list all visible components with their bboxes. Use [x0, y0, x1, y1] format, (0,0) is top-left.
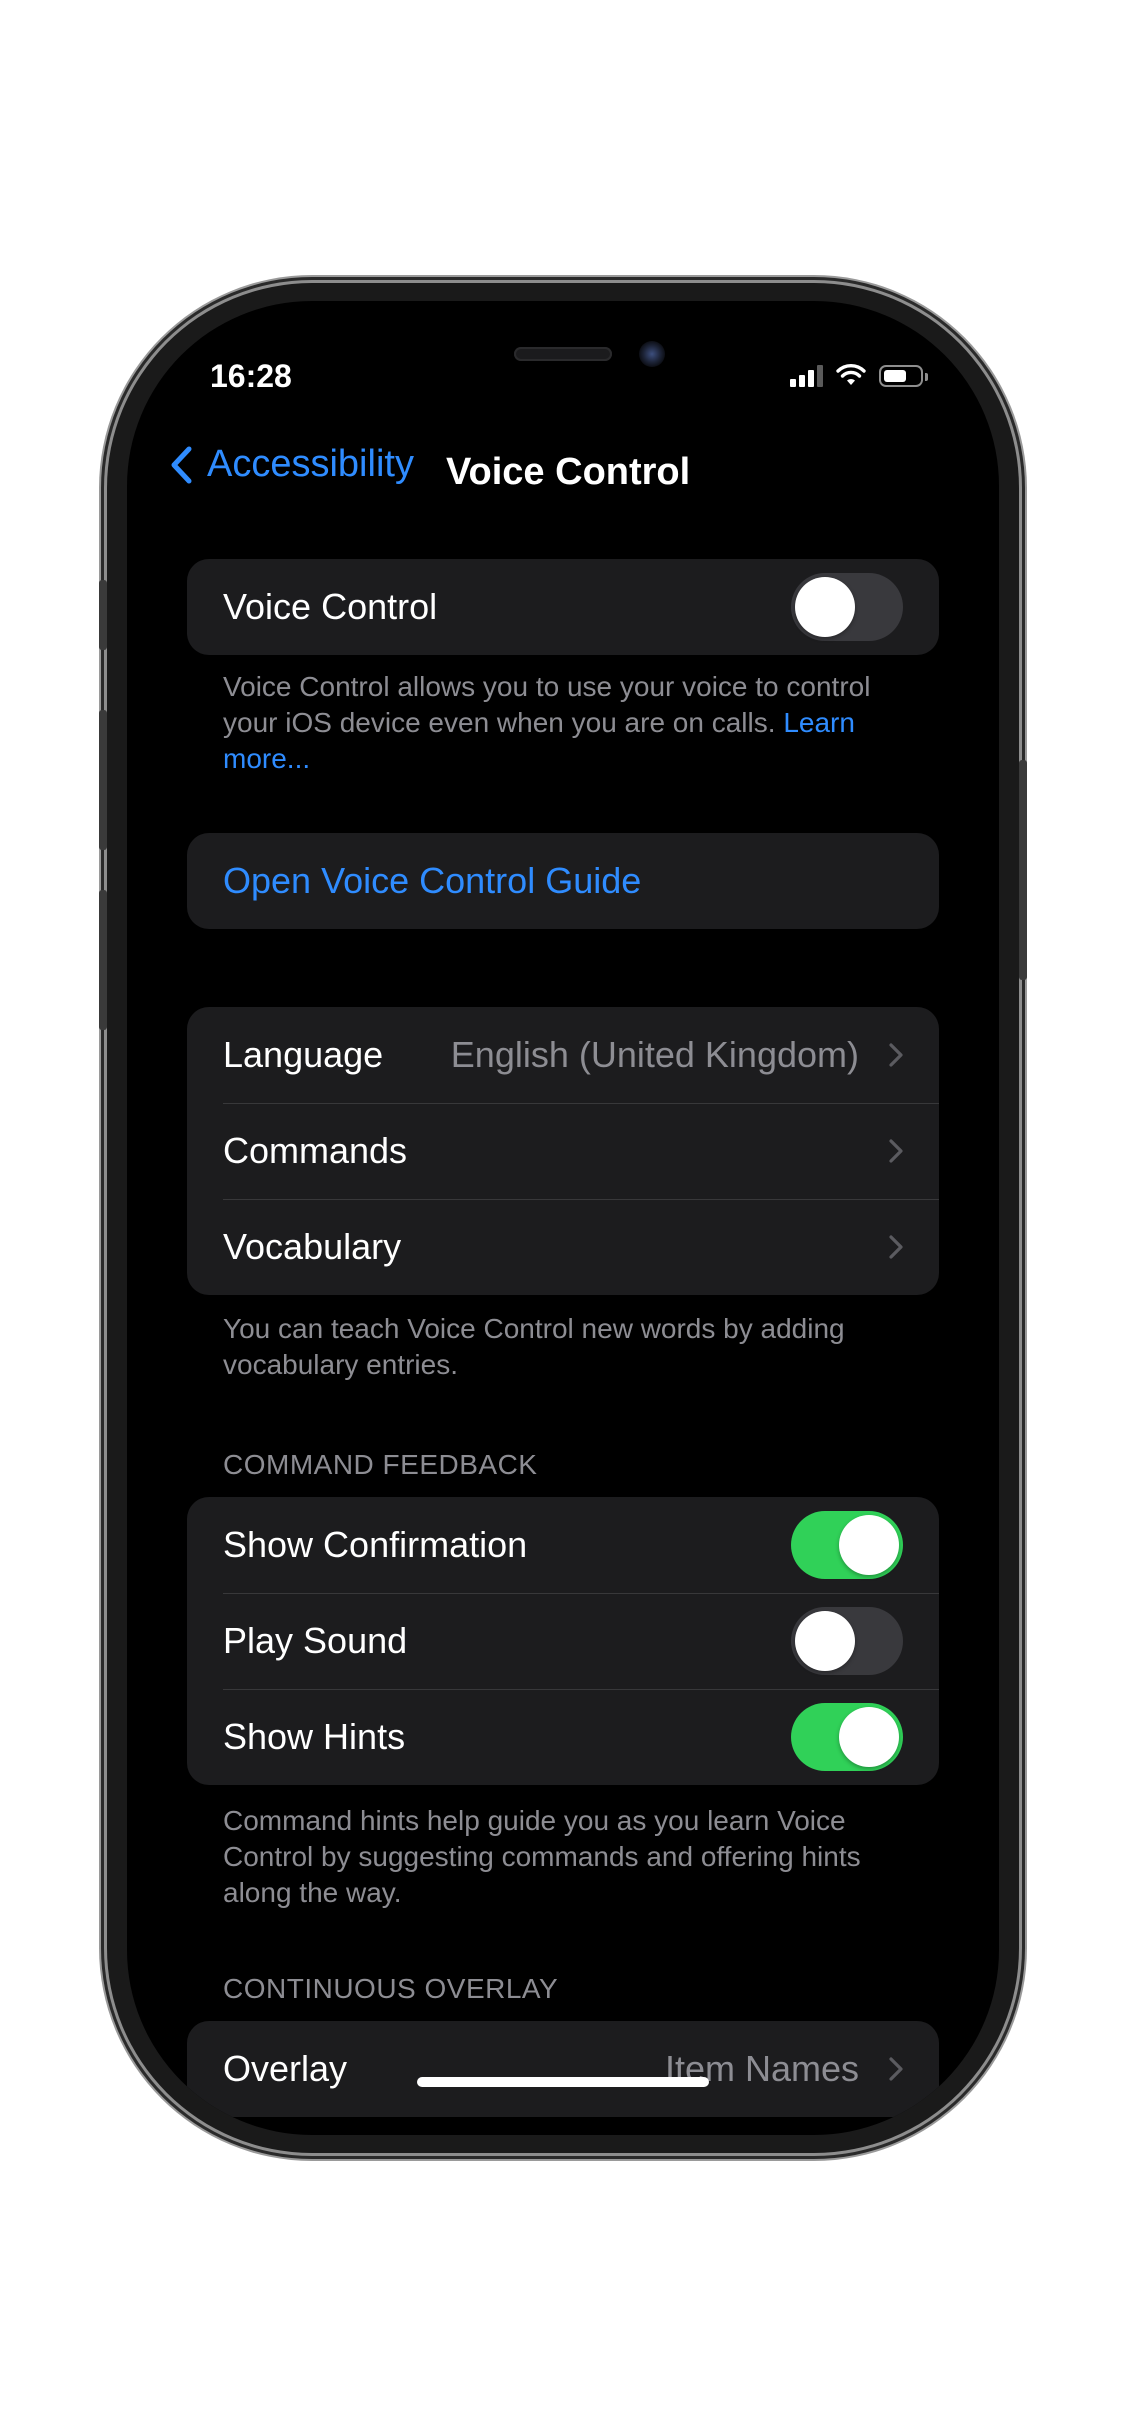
home-indicator[interactable] [417, 2077, 709, 2087]
commands-row[interactable]: Commands [187, 1103, 939, 1199]
vocabulary-footer: You can teach Voice Control new words by… [223, 1313, 845, 1380]
command-feedback-header: COMMAND FEEDBACK [223, 1449, 538, 1480]
voice-control-footer: Voice Control allows you to use your voi… [223, 669, 903, 777]
overlay-label: Overlay [223, 2048, 348, 2089]
play-sound-label: Play Sound [223, 1620, 408, 1661]
chevron-right-icon [889, 2057, 903, 2081]
chevron-right-icon [889, 1235, 903, 1259]
back-label: Accessibility [207, 443, 414, 485]
language-label: Language [223, 1034, 384, 1075]
toggle-knob [839, 1515, 899, 1575]
volume-down-button [99, 890, 107, 1030]
toggle-knob [795, 1611, 855, 1671]
show-hints-row: Show Hints [187, 1689, 939, 1785]
voice-control-group: Voice Control [187, 559, 939, 655]
play-sound-toggle[interactable] [791, 1607, 903, 1675]
back-button[interactable]: Accessibility [169, 443, 414, 486]
toggle-knob [795, 577, 855, 637]
chevron-right-icon [889, 1139, 903, 1163]
screen: 16:28 Accessibility Voice Control Voice … [127, 301, 999, 2135]
vocabulary-label: Vocabulary [223, 1226, 402, 1267]
show-hints-label: Show Hints [223, 1716, 406, 1757]
show-confirmation-label: Show Confirmation [223, 1524, 528, 1565]
front-camera [639, 341, 665, 367]
chevron-right-icon [889, 1043, 903, 1067]
battery-icon [879, 365, 928, 387]
toggle-knob [839, 1707, 899, 1767]
language-row[interactable]: Language English (United Kingdom) [187, 1007, 939, 1103]
show-confirmation-toggle[interactable] [791, 1511, 903, 1579]
cellular-signal-icon [790, 365, 823, 387]
side-button [1019, 760, 1027, 980]
wifi-icon [836, 364, 866, 385]
continuous-overlay-header: CONTINUOUS OVERLAY [223, 1973, 559, 2004]
status-time: 16:28 [210, 358, 292, 394]
chevron-left-icon [171, 446, 192, 483]
command-feedback-group: Show Confirmation Play Sound Show Hints [187, 1497, 939, 1785]
guide-group: Open Voice Control Guide [187, 833, 939, 929]
show-confirmation-row: Show Confirmation [187, 1497, 939, 1593]
open-guide-row[interactable]: Open Voice Control Guide [187, 833, 939, 929]
voice-control-footer-text: Voice Control allows you to use your voi… [223, 671, 871, 738]
overlay-row[interactable]: Overlay Item Names [187, 2021, 939, 2117]
volume-up-button [99, 710, 107, 850]
navigation-bar: Accessibility Voice Control [127, 443, 999, 503]
silent-switch [99, 580, 107, 650]
voice-control-row: Voice Control [187, 559, 939, 655]
command-hints-footer: Command hints help guide you as you lear… [223, 1805, 861, 1908]
earpiece-speaker [514, 347, 612, 361]
commands-label: Commands [223, 1130, 408, 1171]
status-icons [790, 363, 928, 387]
voice-control-label: Voice Control [223, 586, 438, 627]
language-value: English (United Kingdom) [450, 1034, 859, 1075]
voice-control-toggle[interactable] [791, 573, 903, 641]
settings-group: Language English (United Kingdom) Comman… [187, 1007, 939, 1295]
open-guide-button[interactable]: Open Voice Control Guide [223, 860, 641, 902]
page-title: Voice Control [446, 451, 691, 493]
continuous-overlay-group: Overlay Item Names [187, 2021, 939, 2117]
vocabulary-row[interactable]: Vocabulary [187, 1199, 939, 1295]
show-hints-toggle[interactable] [791, 1703, 903, 1771]
play-sound-row: Play Sound [187, 1593, 939, 1689]
